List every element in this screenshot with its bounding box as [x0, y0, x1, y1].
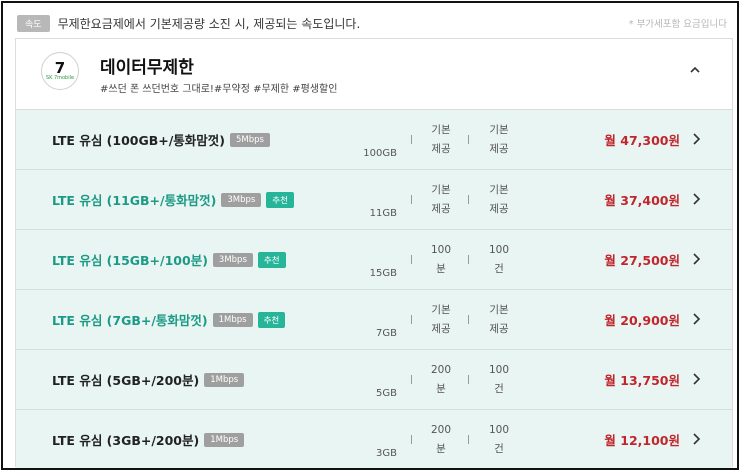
plan-row[interactable]: LTE 유심 (7GB+/통화맘껏) 1Mbps 추천 7GB 기본제공 기본제공 월 20… — [16, 290, 732, 350]
speed-chip: 속도 — [17, 14, 50, 32]
speed-badge: 1Mbps — [212, 312, 253, 327]
column-divider — [468, 350, 469, 409]
plan-row-name: LTE 유심 (3GB+/200분) 1Mbps — [52, 410, 245, 468]
column-divider — [411, 170, 412, 229]
sms-allowance: 100건 — [488, 363, 510, 395]
recommend-badge: 추천 — [257, 311, 286, 328]
sms-allowance: 100건 — [488, 423, 510, 455]
chevron-up-icon[interactable] — [688, 63, 702, 77]
plan-row-name: LTE 유심 (5GB+/200분) 1Mbps — [52, 350, 245, 409]
speed-notice-text: 무제한요금제에서 기본제공량 소진 시, 제공되는 속도입니다. — [57, 16, 361, 31]
brand-logo: 7 SK 7mobile — [41, 52, 79, 90]
chevron-right-icon[interactable] — [689, 192, 703, 206]
column-divider — [468, 410, 469, 468]
plan-row-title: LTE 유심 (15GB+/100분) — [52, 253, 208, 268]
plan-row-name: LTE 유심 (100GB+/통화맘껏) 5Mbps — [52, 110, 270, 169]
data-allowance: 3GB — [376, 448, 397, 459]
chevron-right-icon[interactable] — [689, 312, 703, 326]
voice-allowance: 기본제공 — [431, 183, 451, 215]
plan-price: 월 37,400원 — [604, 193, 680, 208]
logo-mark: 7 — [54, 58, 66, 77]
speed-badge: 3Mbps — [212, 252, 253, 267]
column-divider — [411, 410, 412, 468]
plan-card: 7 SK 7mobile 데이터무제한 #쓰던 폰 쓰던번호 그대로!#무약정 … — [15, 38, 733, 468]
voice-allowance: 기본제공 — [431, 303, 451, 335]
plan-tags: #쓰던 폰 쓰던번호 그대로!#무약정 #무제한 #평생할인 — [100, 84, 338, 95]
sms-allowance: 100건 — [488, 243, 510, 275]
voice-allowance: 200분 — [430, 423, 452, 455]
column-divider — [411, 290, 412, 349]
plan-price: 월 20,900원 — [604, 313, 680, 328]
plan-row-title: LTE 유심 (7GB+/통화맘껏) — [52, 313, 208, 328]
speed-notice: 속도 무제한요금제에서 기본제공량 소진 시, 제공되는 속도입니다. * 부가… — [17, 12, 727, 34]
data-allowance: 15GB — [369, 268, 397, 279]
plan-row-title: LTE 유심 (11GB+/통화맘껏) — [52, 193, 217, 208]
plan-price: 월 12,100원 — [604, 433, 680, 448]
page-frame: 속도 무제한요금제에서 기본제공량 소진 시, 제공되는 속도입니다. * 부가… — [1, 1, 739, 470]
speed-badge: 1Mbps — [204, 432, 245, 447]
plan-name: 데이터무제한 — [100, 58, 194, 78]
speed-badge: 3Mbps — [221, 192, 262, 207]
sms-allowance: 기본제공 — [489, 123, 509, 155]
plan-price: 월 27,500원 — [604, 253, 680, 268]
column-divider — [411, 230, 412, 289]
column-divider — [411, 350, 412, 409]
column-divider — [411, 110, 412, 169]
sms-allowance: 기본제공 — [489, 183, 509, 215]
plan-row[interactable]: LTE 유심 (100GB+/통화맘껏) 5Mbps 100GB 기본제공 기본제공 월 … — [16, 110, 732, 170]
plan-header[interactable]: 7 SK 7mobile 데이터무제한 #쓰던 폰 쓰던번호 그대로!#무약정 … — [16, 39, 732, 110]
column-divider — [468, 290, 469, 349]
chevron-right-icon[interactable] — [689, 252, 703, 266]
recommend-badge: 추천 — [266, 191, 294, 208]
speed-badge: 5Mbps — [230, 132, 270, 147]
vat-note: * 부가세포함 요금입니다 — [628, 19, 727, 30]
logo-sub: SK 7mobile — [45, 74, 75, 81]
chevron-right-icon[interactable] — [689, 132, 703, 146]
speed-badge: 1Mbps — [204, 372, 245, 387]
plan-row-title: LTE 유심 (5GB+/200분) — [52, 373, 200, 388]
plan-row[interactable]: LTE 유심 (15GB+/100분) 3Mbps 추천 15GB 100분 100건 월 … — [16, 230, 732, 290]
plan-price: 월 47,300원 — [604, 133, 680, 148]
column-divider — [468, 170, 469, 229]
chevron-right-icon[interactable] — [689, 372, 703, 386]
plan-row[interactable]: LTE 유심 (5GB+/200분) 1Mbps 5GB 200분 100건 월 13,7… — [16, 350, 732, 410]
plan-row-name: LTE 유심 (7GB+/통화맘껏) 1Mbps 추천 — [52, 290, 286, 349]
voice-allowance: 200분 — [430, 363, 452, 395]
data-allowance: 11GB — [369, 208, 397, 219]
plan-row-title: LTE 유심 (100GB+/통화맘껏) — [52, 133, 226, 148]
chevron-right-icon[interactable] — [689, 432, 703, 446]
plan-price: 월 13,750원 — [604, 373, 680, 388]
recommend-badge: 추천 — [257, 251, 286, 268]
plan-row[interactable]: LTE 유심 (3GB+/200분) 1Mbps 3GB 200분 100건 월 12,1… — [16, 410, 732, 468]
column-divider — [468, 110, 469, 169]
plan-row[interactable]: LTE 유심 (11GB+/통화맘껏) 3Mbps 추천 11GB 기본제공 기본제공 월 … — [16, 170, 732, 230]
sms-allowance: 기본제공 — [489, 303, 509, 335]
column-divider — [468, 230, 469, 289]
data-allowance: 100GB — [363, 148, 397, 159]
plan-row-title: LTE 유심 (3GB+/200분) — [52, 433, 200, 448]
voice-allowance: 100분 — [430, 243, 452, 275]
plan-row-name: LTE 유심 (15GB+/100분) 3Mbps 추천 — [52, 230, 286, 289]
data-allowance: 7GB — [376, 328, 397, 339]
plan-row-name: LTE 유심 (11GB+/통화맘껏) 3Mbps 추천 — [52, 170, 294, 229]
data-allowance: 5GB — [376, 388, 397, 399]
voice-allowance: 기본제공 — [431, 123, 451, 155]
